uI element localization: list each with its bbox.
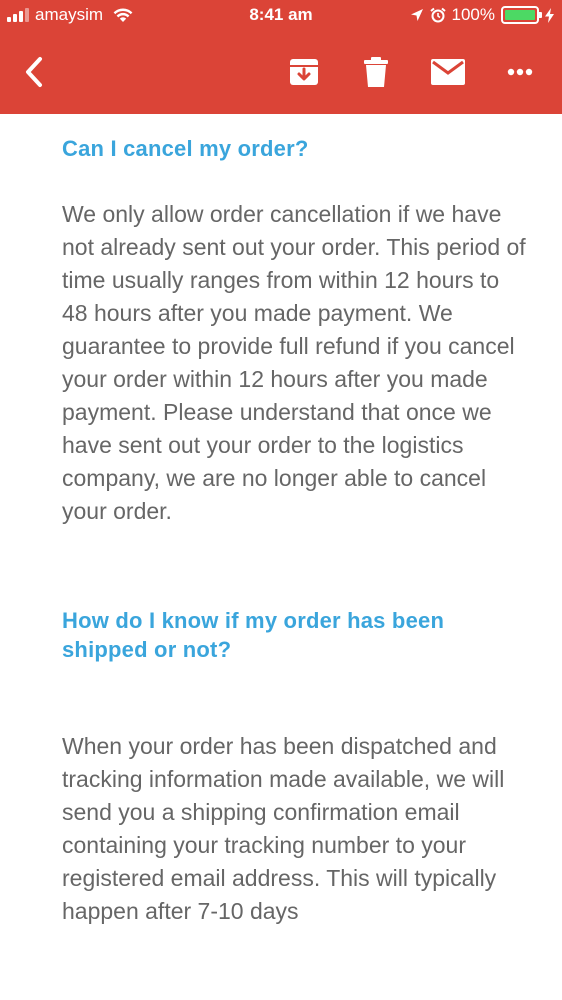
- status-right: 100%: [410, 5, 554, 25]
- mail-icon: [431, 59, 465, 85]
- faq-question-cancel: Can I cancel my order?: [62, 136, 309, 161]
- status-bar: amaysim 8:41 am 100%: [0, 0, 562, 32]
- delete-button[interactable]: [354, 50, 398, 94]
- more-button[interactable]: [498, 50, 542, 94]
- trash-icon: [364, 57, 388, 87]
- battery-icon: [501, 6, 542, 24]
- faq-answer-cancel: We only allow order cancellation if we h…: [62, 201, 526, 524]
- alarm-icon: [429, 7, 446, 23]
- location-icon: [410, 8, 424, 22]
- archive-button[interactable]: [282, 50, 326, 94]
- mark-unread-button[interactable]: [426, 50, 470, 94]
- charging-icon: [545, 7, 554, 23]
- battery-fill: [505, 10, 535, 20]
- more-icon: [507, 68, 533, 76]
- faq-question-shipped: How do I know if my order has been shipp…: [62, 608, 445, 662]
- battery-percent: 100%: [451, 5, 495, 24]
- faq-answer-shipped: When your order has been dispatched and …: [62, 733, 505, 924]
- back-arrow-icon: [23, 56, 45, 88]
- app-header: amaysim 8:41 am 100%: [0, 0, 562, 114]
- archive-icon: [289, 58, 319, 86]
- back-button[interactable]: [12, 50, 56, 94]
- email-toolbar: [0, 32, 562, 114]
